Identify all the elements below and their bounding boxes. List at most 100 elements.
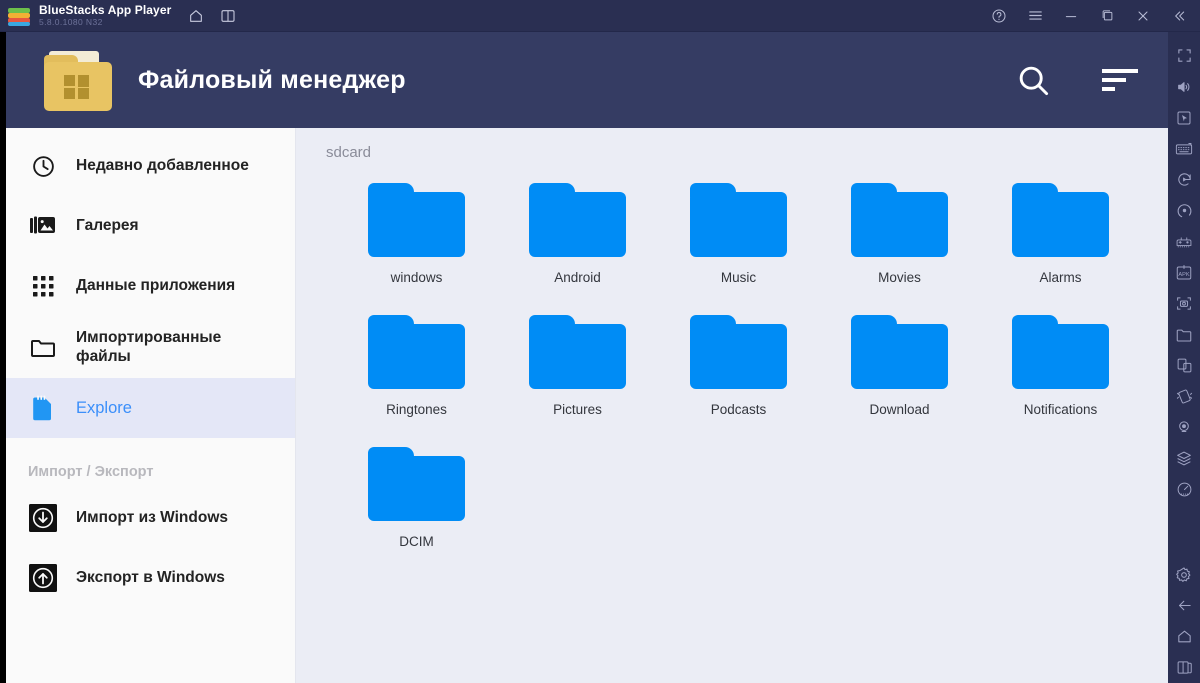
- apk-install-icon[interactable]: APK: [1168, 257, 1200, 288]
- titlebar-left-icons: [187, 7, 237, 25]
- record-icon[interactable]: [1168, 195, 1200, 226]
- screenshot-icon[interactable]: [1168, 288, 1200, 319]
- sidebar: Недавно добавленное Галерея Данные прило…: [6, 128, 296, 683]
- multi-instance-icon[interactable]: [1168, 350, 1200, 381]
- folder-icon: [368, 447, 465, 521]
- app-name: BlueStacks App Player: [39, 3, 172, 18]
- folder-icon: [1012, 315, 1109, 389]
- title-bar: BlueStacks App Player 5.8.0.1080 N32: [0, 0, 1200, 32]
- folder-item[interactable]: Ringtones: [336, 315, 497, 417]
- window-body: Файловый менеджер Недавно добавленное Га…: [0, 32, 1200, 683]
- folder-icon: [851, 183, 948, 257]
- folder-grid: windows Android Music Movies Alarms Ring…: [296, 161, 1168, 549]
- sidebar-item-label: Импортированные файлы: [76, 328, 222, 365]
- folder-item[interactable]: Music: [658, 183, 819, 285]
- settings-icon[interactable]: [1168, 559, 1200, 590]
- sort-icon[interactable]: [1100, 66, 1140, 94]
- folder-label: Movies: [878, 270, 921, 285]
- folder-item[interactable]: Movies: [819, 183, 980, 285]
- sidebar-section-header: Импорт / Экспорт: [28, 464, 154, 480]
- location-icon[interactable]: [1168, 412, 1200, 443]
- bluestacks-logo-icon: [8, 5, 30, 27]
- help-icon[interactable]: [990, 7, 1008, 25]
- folder-icon: [368, 315, 465, 389]
- windows-folder-icon: [40, 49, 116, 111]
- folder-item[interactable]: Podcasts: [658, 315, 819, 417]
- folder-icon: [851, 315, 948, 389]
- sidebar-item-label: Галерея: [76, 217, 139, 235]
- svg-text:APK: APK: [1178, 272, 1189, 278]
- sidebar-item-import-windows[interactable]: Импорт из Windows: [6, 488, 295, 548]
- sidebar-item-label: Данные приложения: [76, 277, 236, 295]
- sidebar-item-label: Недавно добавленное: [76, 157, 249, 175]
- search-icon[interactable]: [1015, 62, 1052, 99]
- emulator-viewport: Файловый менеджер Недавно добавленное Га…: [0, 32, 1168, 683]
- media-manager-icon[interactable]: [1168, 319, 1200, 350]
- keyboard-icon[interactable]: [1168, 133, 1200, 164]
- folder-item[interactable]: Pictures: [497, 315, 658, 417]
- rotate-icon[interactable]: [1168, 164, 1200, 195]
- recents-icon[interactable]: [1168, 652, 1200, 683]
- sidebar-tools: APK: [1168, 32, 1200, 683]
- sidebar-item-imported-files[interactable]: Импортированные файлы: [6, 316, 295, 378]
- sidebar-item-explore[interactable]: Explore: [6, 378, 295, 438]
- folder-icon: [529, 315, 626, 389]
- menu-icon[interactable]: [1026, 7, 1044, 25]
- collapse-icon[interactable]: [1170, 7, 1188, 25]
- folder-item[interactable]: Notifications: [980, 315, 1141, 417]
- performance-icon[interactable]: [1168, 474, 1200, 505]
- sidebar-item-app-data[interactable]: Данные приложения: [6, 256, 295, 316]
- folder-label: Notifications: [1023, 402, 1098, 417]
- import-download-icon: [28, 504, 58, 532]
- sidebar-item-label: Импорт из Windows: [76, 509, 229, 527]
- minimize-icon[interactable]: [1062, 7, 1080, 25]
- fullscreen-icon[interactable]: [1168, 40, 1200, 71]
- folder-label: DCIM: [399, 534, 434, 549]
- titlebar-right-icons: [990, 7, 1200, 25]
- folder-label: Pictures: [553, 402, 602, 417]
- folder-icon: [28, 336, 58, 358]
- app-grid-icon: [28, 275, 58, 298]
- file-browser: sdcard windows Android Music Movies Alar…: [296, 128, 1168, 683]
- folder-icon: [368, 183, 465, 257]
- folder-icon: [529, 183, 626, 257]
- folder-item[interactable]: DCIM: [336, 447, 497, 549]
- folder-label: Android: [554, 270, 601, 285]
- folder-label: Ringtones: [386, 402, 447, 417]
- sidebar-item-export-windows[interactable]: Экспорт в Windows: [6, 548, 295, 608]
- folder-label: Music: [720, 270, 757, 285]
- folder-icon: [1012, 183, 1109, 257]
- folder-item[interactable]: Android: [497, 183, 658, 285]
- close-icon[interactable]: [1134, 7, 1152, 25]
- folder-label: windows: [390, 270, 443, 285]
- sidebar-item-label: Explore: [76, 398, 132, 417]
- macro-icon[interactable]: [1168, 443, 1200, 474]
- home-icon[interactable]: [187, 7, 205, 25]
- gallery-icon: [28, 214, 58, 238]
- app-version: 5.8.0.1080 N32: [39, 16, 103, 27]
- folder-item[interactable]: Alarms: [980, 183, 1141, 285]
- folder-item[interactable]: windows: [336, 183, 497, 285]
- sidebar-item-label: Экспорт в Windows: [76, 569, 225, 587]
- breadcrumb: sdcard: [326, 144, 372, 161]
- folder-label: Download: [869, 402, 930, 417]
- sdcard-icon: [28, 395, 58, 421]
- sidebar-item-gallery[interactable]: Галерея: [6, 196, 295, 256]
- shake-icon[interactable]: [1168, 381, 1200, 412]
- folder-item[interactable]: Download: [819, 315, 980, 417]
- sidebar-item-recent[interactable]: Недавно добавленное: [6, 136, 295, 196]
- app-header-actions: [1015, 62, 1140, 99]
- export-upload-icon: [28, 564, 58, 592]
- cursor-icon[interactable]: [1168, 102, 1200, 133]
- back-icon[interactable]: [1168, 590, 1200, 621]
- game-controls-icon[interactable]: [1168, 226, 1200, 257]
- folder-label: Alarms: [1039, 270, 1082, 285]
- folder-icon: [690, 315, 787, 389]
- title-text-group: BlueStacks App Player 5.8.0.1080 N32: [39, 4, 171, 27]
- multi-instance-icon[interactable]: [219, 7, 237, 25]
- folder-label: Podcasts: [710, 402, 767, 417]
- volume-icon[interactable]: [1168, 71, 1200, 102]
- page-title: Файловый менеджер: [138, 65, 406, 94]
- home-icon[interactable]: [1168, 621, 1200, 652]
- maximize-icon[interactable]: [1098, 7, 1116, 25]
